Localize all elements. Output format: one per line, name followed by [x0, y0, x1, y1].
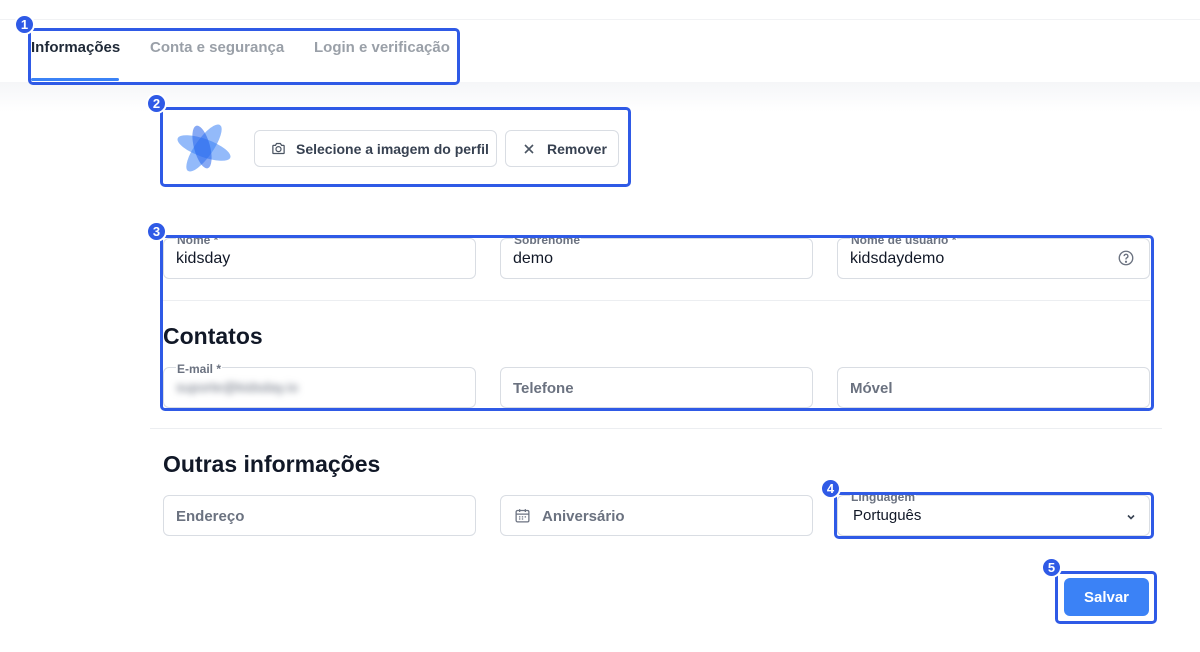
close-icon	[521, 141, 537, 157]
select-profile-image-button[interactable]: Selecione a imagem do perfil	[254, 130, 497, 167]
top-strip	[0, 0, 1200, 20]
language-select[interactable]: Linguagem Português	[837, 491, 1150, 536]
save-button[interactable]: Salvar	[1064, 578, 1149, 616]
username-label: Nome de usuário *	[850, 233, 958, 247]
email-label: E-mail *	[176, 362, 223, 376]
contacts-title: Contatos	[163, 323, 263, 349]
birthday-placeholder: Aniversário	[542, 508, 625, 525]
mobile-field[interactable]: Móvel	[837, 367, 1150, 408]
calendar-icon	[514, 507, 531, 529]
remove-image-button[interactable]: Remover	[505, 130, 619, 167]
tab-bar-shadow	[0, 82, 1200, 112]
active-tab-indicator	[31, 78, 119, 81]
first-name-value: kidsday	[176, 250, 231, 267]
birthday-field[interactable]: Aniversário	[500, 495, 813, 536]
username-field[interactable]: Nome de usuário * kidsdaydemo	[837, 234, 1150, 279]
email-field[interactable]: E-mail * suporte@kidsday.io	[163, 363, 476, 408]
profile-avatar	[173, 117, 235, 179]
annotation-badge-5: 5	[1041, 557, 1062, 578]
tab-informacoes[interactable]: Informações	[31, 39, 120, 56]
mobile-placeholder: Móvel	[850, 380, 893, 397]
first-name-field[interactable]: Nome * kidsday	[163, 234, 476, 279]
chevron-down-icon	[1125, 510, 1137, 522]
camera-icon	[270, 141, 286, 157]
last-name-field[interactable]: Sobrenome demo	[500, 234, 813, 279]
other-info-title: Outras informações	[163, 451, 381, 477]
annotation-badge-2: 2	[146, 93, 167, 114]
remove-image-label: Remover	[547, 140, 607, 157]
username-value: kidsdaydemo	[850, 250, 945, 267]
help-icon[interactable]	[1117, 249, 1135, 267]
contacts-divider	[150, 428, 1162, 429]
last-name-label: Sobrenome	[513, 233, 582, 247]
email-value: suporte@kidsday.io	[176, 379, 299, 395]
profile-divider	[163, 300, 1150, 301]
language-label: Linguagem	[850, 490, 917, 504]
annotation-badge-1: 1	[14, 14, 35, 35]
tab-conta-seguranca[interactable]: Conta e segurança	[150, 39, 284, 56]
address-placeholder: Endereço	[176, 508, 245, 525]
annotation-badge-3: 3	[146, 221, 167, 242]
select-profile-image-label: Selecione a imagem do perfil	[296, 140, 489, 157]
phone-placeholder: Telefone	[513, 380, 574, 397]
phone-field[interactable]: Telefone	[500, 367, 813, 408]
address-field[interactable]: Endereço	[163, 495, 476, 536]
first-name-label: Nome *	[176, 233, 220, 247]
tab-login-verificacao[interactable]: Login e verificação	[314, 39, 450, 56]
last-name-value: demo	[513, 250, 554, 267]
language-value: Português	[853, 507, 922, 524]
annotation-badge-4: 4	[820, 478, 841, 499]
